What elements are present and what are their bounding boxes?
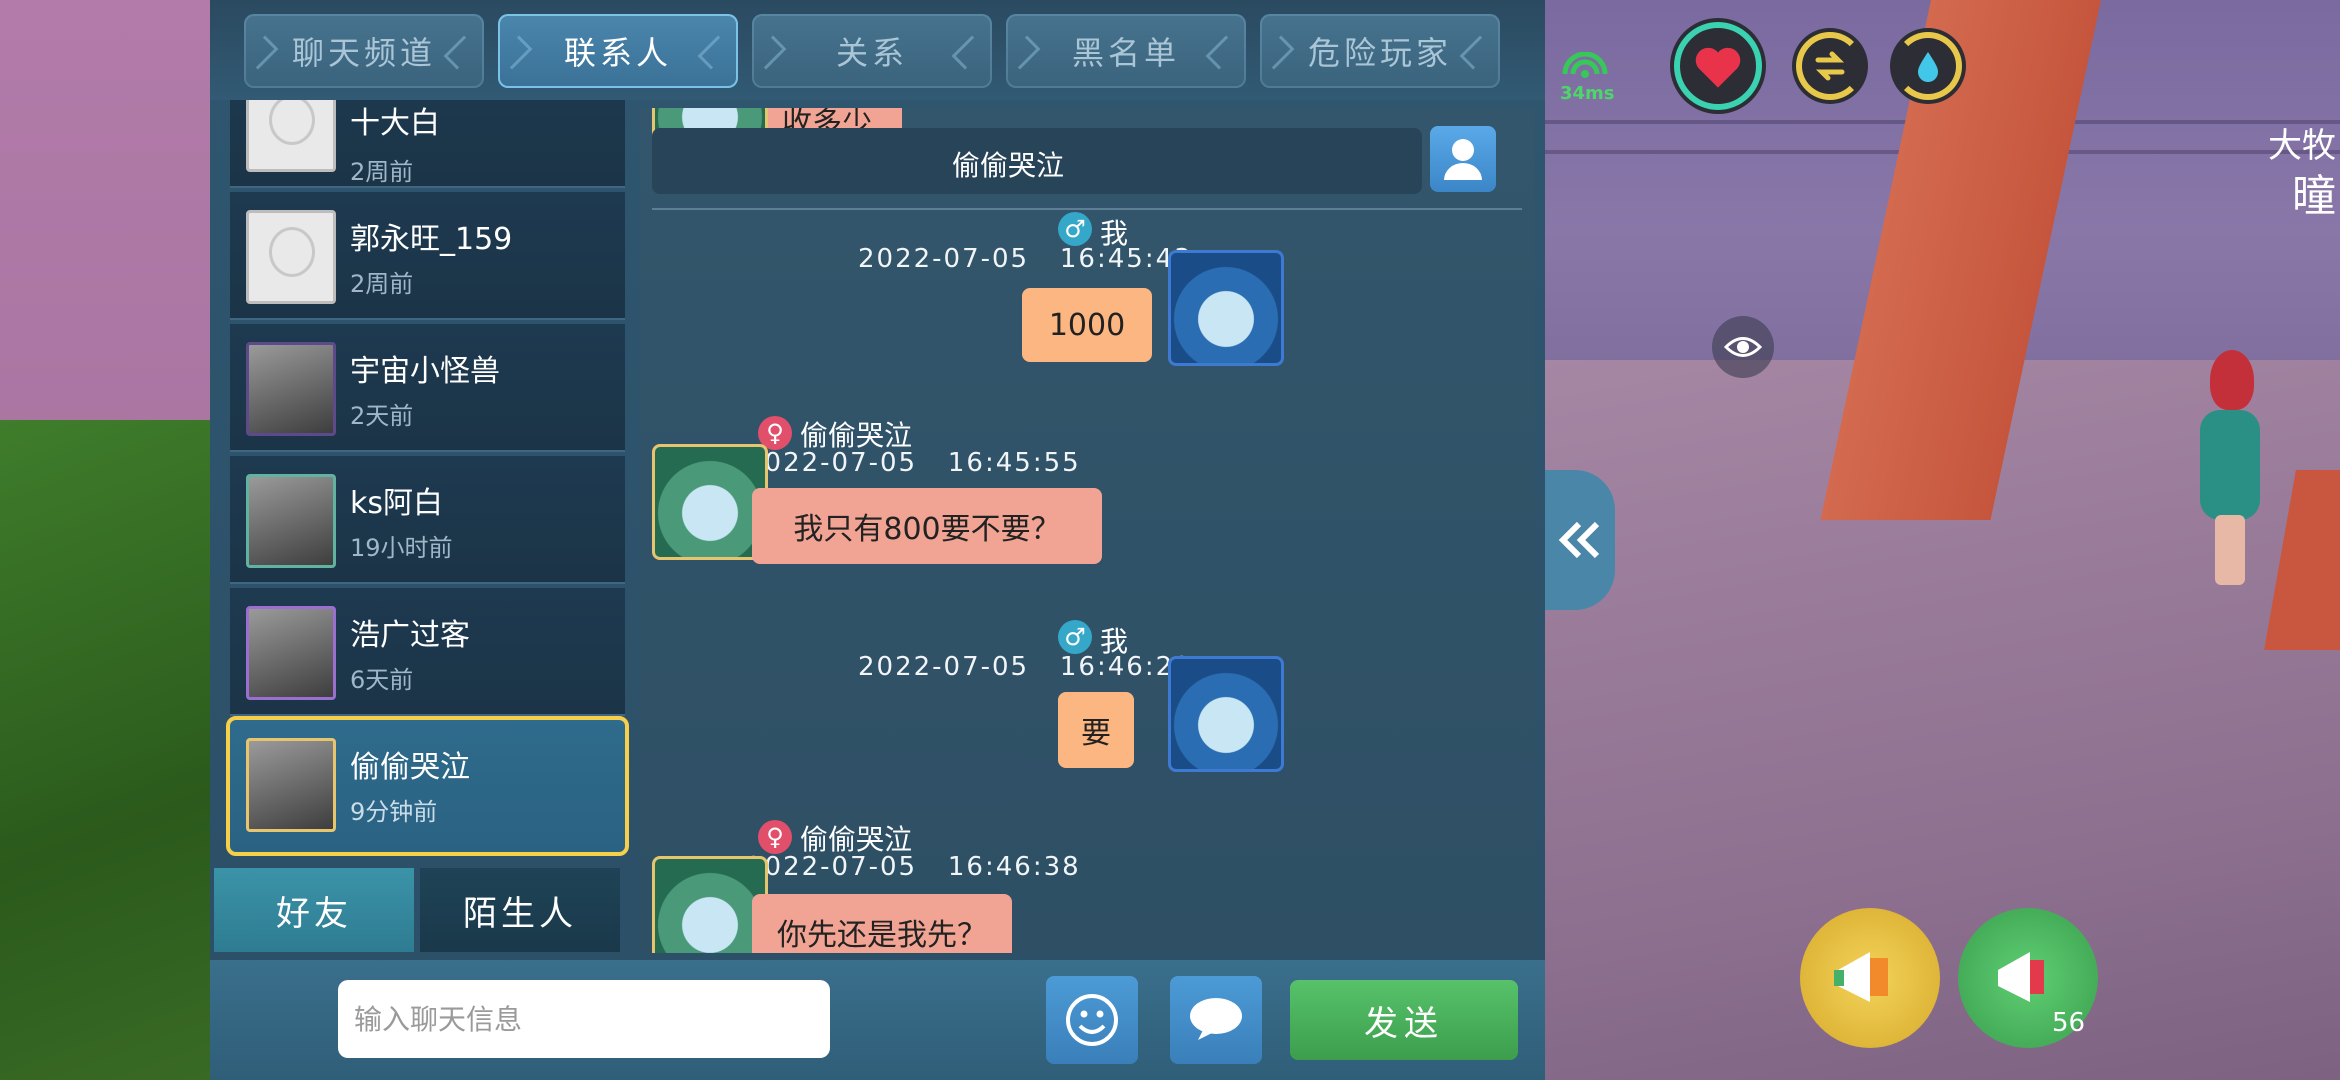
tab-bar: 聊天频道 联系人 关系 黑名单 危险玩家 [210, 0, 1545, 100]
contact-last-seen: 2周前 [350, 158, 414, 186]
quick-phrase-button[interactable] [1170, 976, 1262, 1064]
contact-item[interactable]: ks阿白 19小时前 [230, 456, 625, 584]
message-avatar-self [1168, 250, 1284, 366]
message-bubble: 1000 [1022, 288, 1152, 362]
double-chevron-left-icon [1558, 521, 1600, 559]
contact-item[interactable]: 宇宙小怪兽 2天前 [230, 324, 625, 452]
megaphone-icon [1834, 952, 1888, 1002]
contact-name: 浩广过客 [350, 618, 470, 653]
player-character[interactable] [2190, 350, 2270, 590]
message-input-bar: 发送 [210, 960, 1545, 1080]
avatar [246, 342, 336, 436]
tab-relations[interactable]: 关系 [752, 14, 992, 88]
contact-last-seen: 6天前 [350, 666, 414, 694]
message-avatar [652, 444, 768, 560]
water-drop-icon [1918, 52, 1938, 82]
tab-contacts[interactable]: 联系人 [498, 14, 738, 88]
smiley-icon [1066, 994, 1118, 1046]
contact-item-selected[interactable]: 偷偷哭泣 9分钟前 [226, 716, 629, 856]
view-profile-button[interactable] [1430, 126, 1496, 192]
contact-name: ks阿白 [350, 486, 444, 521]
avatar [246, 738, 336, 832]
npc-label-2: 曈 [2292, 171, 2336, 222]
send-button[interactable]: 发送 [1290, 980, 1518, 1060]
contact-name: 十大白 [350, 106, 440, 141]
chat-partner-name: 偷偷哭泣 [952, 149, 1065, 182]
tab-chat-channel[interactable]: 聊天频道 [244, 14, 484, 88]
stamina-button[interactable] [1792, 28, 1868, 104]
wifi-icon [1562, 51, 1608, 78]
heart-icon [1695, 47, 1741, 88]
friend-filter-tabs: 好友 陌生人 [214, 868, 624, 952]
message-timestamp: 2022-07-05 16:46:38 [746, 852, 1081, 882]
message-timestamp: 2022-07-05 16:45:43 [858, 244, 1193, 274]
female-icon: ♀ [758, 820, 792, 854]
contact-last-seen: 2天前 [350, 402, 414, 430]
tab-dangerous-players[interactable]: 危险玩家 [1260, 14, 1500, 88]
divider [652, 208, 1522, 210]
ping-indicator: 34ms [1560, 51, 1615, 104]
avatar [246, 210, 336, 304]
chat-messages[interactable]: 收多少 偷偷哭泣 ♂ 我 2022-07-05 16:45:43 1000 ♀ … [640, 108, 1535, 953]
contact-last-seen: 19小时前 [350, 534, 453, 562]
chat-header: 偷偷哭泣 [652, 128, 1422, 194]
contact-name: 宇宙小怪兽 [350, 354, 500, 389]
male-icon: ♂ [1058, 620, 1092, 654]
message-bubble: 要 [1058, 692, 1134, 768]
contact-item[interactable]: 郭永旺_159 2周前 [230, 192, 625, 320]
character-body [2200, 410, 2260, 520]
user-icon [1444, 139, 1482, 180]
contact-item[interactable]: 十大白 2周前 [230, 100, 625, 188]
character-hair [2210, 350, 2254, 410]
message-timestamp: 2022-07-05 16:45:55 [746, 448, 1081, 478]
chat-panel: 聊天频道 联系人 关系 黑名单 危险玩家 十大白 2周前 郭永旺_159 2周前… [210, 0, 1545, 1080]
message-avatar-self [1168, 656, 1284, 772]
megaphone-icon [1998, 952, 2044, 1002]
contact-name: 郭永旺_159 [350, 222, 513, 257]
health-button[interactable] [1670, 18, 1766, 114]
speech-bubble-icon [1190, 998, 1242, 1040]
world-megaphone-button[interactable] [1800, 908, 1940, 1048]
tab-friends[interactable]: 好友 [214, 868, 414, 952]
ping-text: 34ms [1560, 83, 1615, 104]
contact-list[interactable]: 十大白 2周前 郭永旺_159 2周前 宇宙小怪兽 2天前 ks阿白 19小时前… [220, 100, 635, 860]
swap-icon [1815, 51, 1845, 81]
message-bubble: 你先还是我先？ [752, 894, 1012, 953]
emoji-button[interactable] [1046, 976, 1138, 1064]
tab-blacklist[interactable]: 黑名单 [1006, 14, 1246, 88]
view-toggle-button[interactable] [1712, 316, 1774, 378]
contact-name: 偷偷哭泣 [350, 750, 470, 785]
message-avatar [652, 856, 768, 953]
water-button[interactable] [1890, 28, 1966, 104]
avatar [246, 606, 336, 700]
character-legs [2215, 515, 2245, 585]
message-timestamp: 2022-07-05 16:46:22 [858, 652, 1193, 682]
collapse-panel-button[interactable] [1545, 470, 1615, 610]
chat-input[interactable] [338, 980, 830, 1058]
tab-strangers[interactable]: 陌生人 [420, 868, 620, 952]
male-icon: ♂ [1058, 212, 1092, 246]
megaphone-count: 56 [2052, 1008, 2086, 1038]
contact-last-seen: 9分钟前 [350, 798, 438, 826]
contact-item[interactable]: 浩广过客 6天前 [230, 588, 625, 716]
message-bubble: 我只有800要不要？ [752, 488, 1102, 564]
contact-last-seen: 2周前 [350, 270, 414, 298]
avatar [246, 474, 336, 568]
avatar [246, 100, 336, 172]
eye-icon [1724, 337, 1762, 357]
